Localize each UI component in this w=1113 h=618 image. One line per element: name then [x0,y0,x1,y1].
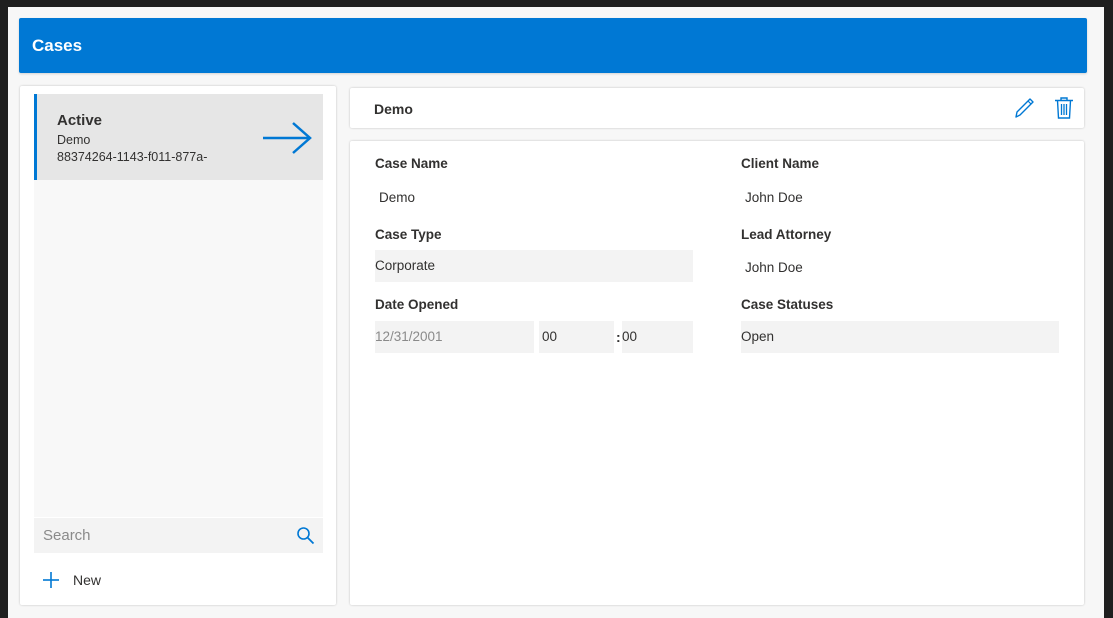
client-name-label: Client Name [741,156,820,171]
case-type-field[interactable]: Corporate [375,250,693,282]
search-box [34,518,323,553]
lead-attorney-label: Lead Attorney [741,227,832,242]
case-statuses-field[interactable]: Open [741,321,1059,353]
case-name-value[interactable]: Demo [379,190,415,205]
plus-icon [43,572,59,588]
case-type-value: Corporate [375,258,436,273]
minute-value: 00 [622,329,638,344]
minute-field[interactable]: 00 [622,321,693,353]
date-opened-field[interactable]: 12/31/2001 [375,321,534,353]
hour-value: 00 [542,329,558,344]
case-name-label: Case Name [375,156,448,171]
list-item-status: Active [57,112,103,129]
new-button-label: New [73,572,102,588]
date-opened-value: 12/31/2001 [375,329,443,344]
case-statuses-label: Case Statuses [741,297,834,312]
lead-attorney-value[interactable]: John Doe [745,260,803,275]
list-item-id: 88374264-1143-f011-877a- [57,150,208,164]
search-icon[interactable] [296,526,315,545]
case-type-label: Case Type [375,227,442,242]
header-title: Cases [32,36,83,55]
detail-title-bar: Demo [350,88,1084,128]
detail-title: Demo [374,101,413,117]
date-opened-label: Date Opened [375,297,459,312]
list-item[interactable]: Active Demo 88374264-1143-f011-877a- [34,94,323,180]
hour-field[interactable]: 00 [539,321,614,353]
new-case-button[interactable]: New [42,568,142,592]
time-separator: : [616,329,621,345]
case-detail-form: Case Name Demo Client Name John Doe Case… [350,141,1084,605]
case-list: Active Demo 88374264-1143-f011-877a- [34,94,323,517]
case-list-panel: Active Demo 88374264-1143-f011-877a- New [20,86,336,605]
list-item-name: Demo [57,133,91,147]
trash-icon[interactable] [1054,96,1074,120]
arrow-right-icon[interactable] [261,120,313,156]
case-statuses-value: Open [741,329,775,344]
client-name-value[interactable]: John Doe [745,190,803,205]
pencil-icon[interactable] [1012,96,1036,120]
app-header: Cases [19,18,1087,73]
search-input[interactable] [34,518,284,553]
